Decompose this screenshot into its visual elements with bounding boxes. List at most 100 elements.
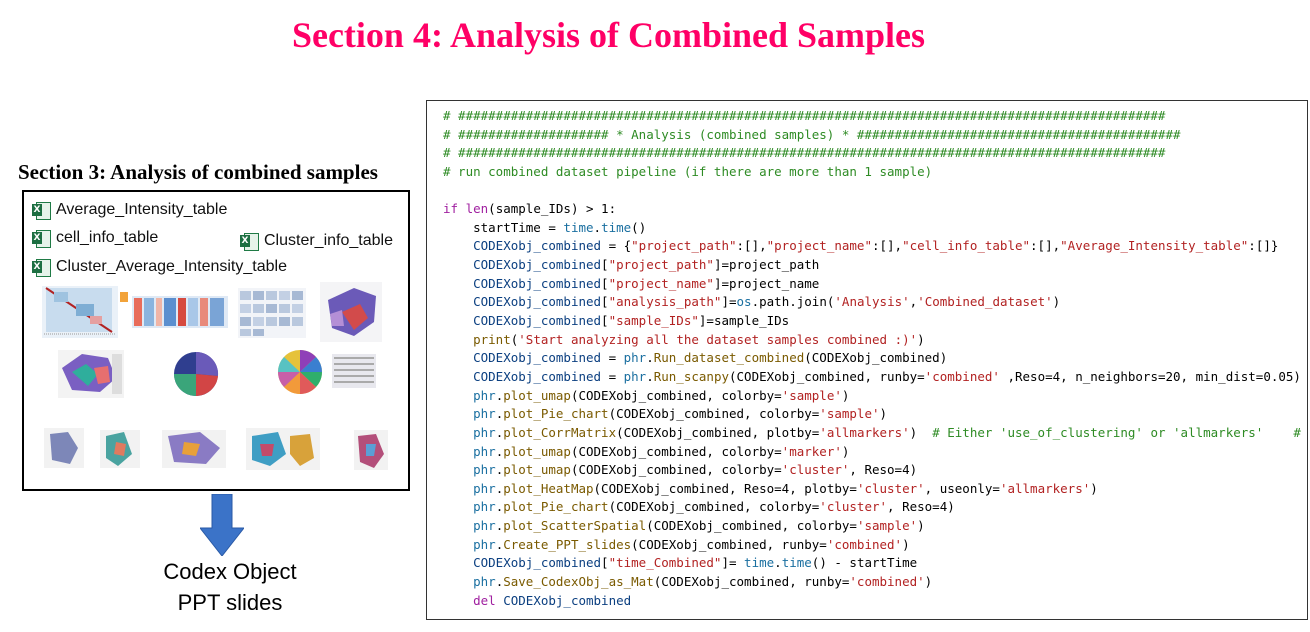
code-token: phr bbox=[473, 443, 496, 459]
code-token: , Reso=4) bbox=[887, 499, 955, 515]
code-line: phr.Create_PPT_slides(CODEXobj_combined,… bbox=[443, 536, 1301, 555]
code-token: ,Reso=4, n_neighbors=20, min_dist=0.05) bbox=[999, 368, 1301, 384]
code-token: (CODEXobj_combined, plotby= bbox=[616, 424, 820, 440]
code-token: "Average_Intensity_table" bbox=[1060, 238, 1249, 254]
code-line: CODEXobj_combined["project_name"]=projec… bbox=[443, 275, 1301, 294]
code-content: # ######################################… bbox=[443, 107, 1301, 610]
code-token: 'allmarkers' bbox=[819, 424, 910, 440]
code-token: 'Combined_dataset' bbox=[917, 294, 1053, 310]
code-token: ) bbox=[841, 387, 850, 403]
code-token: (sample_IDs) > 1: bbox=[488, 201, 617, 217]
code-token: phr bbox=[473, 574, 496, 590]
code-token: :[]} bbox=[1248, 238, 1279, 254]
code-token: :[], bbox=[871, 238, 903, 254]
code-editor[interactable]: # ######################################… bbox=[426, 100, 1308, 620]
code-token: (CODEXobj_combined, colorby= bbox=[608, 406, 820, 422]
code-token: ) bbox=[1090, 480, 1098, 496]
code-token: 'sample' bbox=[856, 518, 918, 534]
code-token: [ bbox=[601, 257, 609, 273]
code-token: # ######################################… bbox=[443, 108, 1166, 123]
code-line: startTime = time.time() bbox=[443, 219, 1301, 238]
code-token: time bbox=[744, 555, 775, 571]
code-token: . bbox=[774, 555, 782, 571]
code-token: "cell_info_table" bbox=[902, 238, 1031, 254]
code-token: 'allmarkers' bbox=[999, 480, 1091, 496]
code-line: phr.plot_CorrMatrix(CODEXobj_combined, p… bbox=[443, 424, 1301, 443]
code-line: phr.plot_Pie_chart(CODEXobj_combined, co… bbox=[443, 405, 1301, 424]
code-token: # run combined dataset pipeline (if ther… bbox=[443, 163, 933, 179]
code-token: CODEXobj_combined bbox=[473, 238, 602, 254]
code-token: CODEXobj_combined bbox=[473, 313, 602, 329]
code-token: 'sample' bbox=[819, 406, 880, 422]
code-token: plot_umap bbox=[503, 387, 571, 403]
code-token: # Either 'use_of_clustering' or 'allmark… bbox=[932, 424, 1301, 440]
code-token: 'sample' bbox=[781, 387, 842, 403]
code-token: (CODEXobj_combined, runby= bbox=[631, 536, 827, 552]
code-line: # ######################################… bbox=[443, 144, 1301, 163]
code-token: "project_name" bbox=[766, 238, 872, 254]
code-token: . bbox=[646, 368, 654, 384]
output-files-panel: X Average_Intensity_table X cell_info_ta… bbox=[22, 190, 410, 491]
code-token: CODEXobj_combined bbox=[473, 555, 602, 571]
code-token: . bbox=[593, 219, 602, 235]
code-token: [ bbox=[601, 275, 609, 291]
code-token: Create_PPT_slides bbox=[503, 536, 632, 552]
code-token: ) bbox=[1052, 294, 1061, 310]
output-label-codex-object: Codex Object bbox=[163, 559, 297, 584]
code-token: "analysis_path" bbox=[608, 294, 722, 310]
code-line: CODEXobj_combined = phr.Run_dataset_comb… bbox=[443, 349, 1301, 368]
umap-markers-thumbnail bbox=[238, 288, 306, 338]
code-token: plot_HeatMap bbox=[503, 480, 594, 496]
code-token: (CODEXobj_combined, colorby= bbox=[646, 518, 857, 534]
section3-title: Section 3: Analysis of combined samples bbox=[18, 160, 378, 184]
code-token: phr bbox=[473, 536, 496, 552]
code-token: = bbox=[601, 368, 624, 384]
code-token: phr bbox=[623, 350, 647, 366]
code-line: # run combined dataset pipeline (if ther… bbox=[443, 163, 1301, 182]
code-token: # ######################################… bbox=[443, 145, 1166, 161]
code-token: 'cluster' bbox=[819, 499, 888, 515]
code-token: plot_CorrMatrix bbox=[503, 424, 617, 440]
code-token: plot_Pie_chart bbox=[503, 406, 609, 422]
pie-sample-thumbnail bbox=[174, 351, 219, 397]
code-token: print bbox=[473, 331, 511, 347]
code-token: (CODEXobj_combined) bbox=[804, 350, 948, 366]
code-token: . bbox=[646, 350, 654, 366]
code-token: 'Start analyzing all the dataset samples… bbox=[518, 331, 918, 347]
code-token: plot_ScatterSpatial bbox=[503, 518, 647, 534]
output-label: Codex Object PPT slides bbox=[150, 556, 310, 618]
code-token: phr bbox=[473, 480, 496, 496]
code-token: (CODEXobj_combined, colorby= bbox=[570, 462, 782, 478]
code-token: (CODEXobj_combined, colorby= bbox=[608, 499, 820, 515]
code-token: 'combined' bbox=[849, 574, 925, 590]
code-token: startTime = bbox=[443, 219, 564, 235]
code-token: time bbox=[781, 555, 812, 571]
code-token: :[], bbox=[736, 238, 767, 254]
code-token: if bbox=[443, 201, 459, 217]
code-token: .path.join( bbox=[751, 294, 835, 310]
code-token: plot_Pie_chart bbox=[503, 499, 609, 515]
code-token: (CODEXobj_combined, Reso=4, plotby= bbox=[593, 480, 857, 496]
code-line: CODEXobj_combined["analysis_path"]=os.pa… bbox=[443, 293, 1301, 312]
code-line: # #################### * Analysis (combi… bbox=[443, 126, 1301, 145]
code-line: del CODEXobj_combined bbox=[443, 592, 1301, 611]
code-token: = bbox=[601, 350, 624, 366]
code-token: :[], bbox=[1030, 238, 1061, 254]
code-token: phr bbox=[473, 462, 496, 478]
code-token: plot_umap bbox=[503, 443, 571, 459]
code-token: "sample_IDs" bbox=[608, 313, 699, 329]
code-line: CODEXobj_combined = phr.Run_scanpy(CODEX… bbox=[443, 368, 1301, 387]
code-token: phr bbox=[473, 387, 496, 403]
code-token: (CODEXobj_combined, colorby= bbox=[570, 387, 782, 403]
